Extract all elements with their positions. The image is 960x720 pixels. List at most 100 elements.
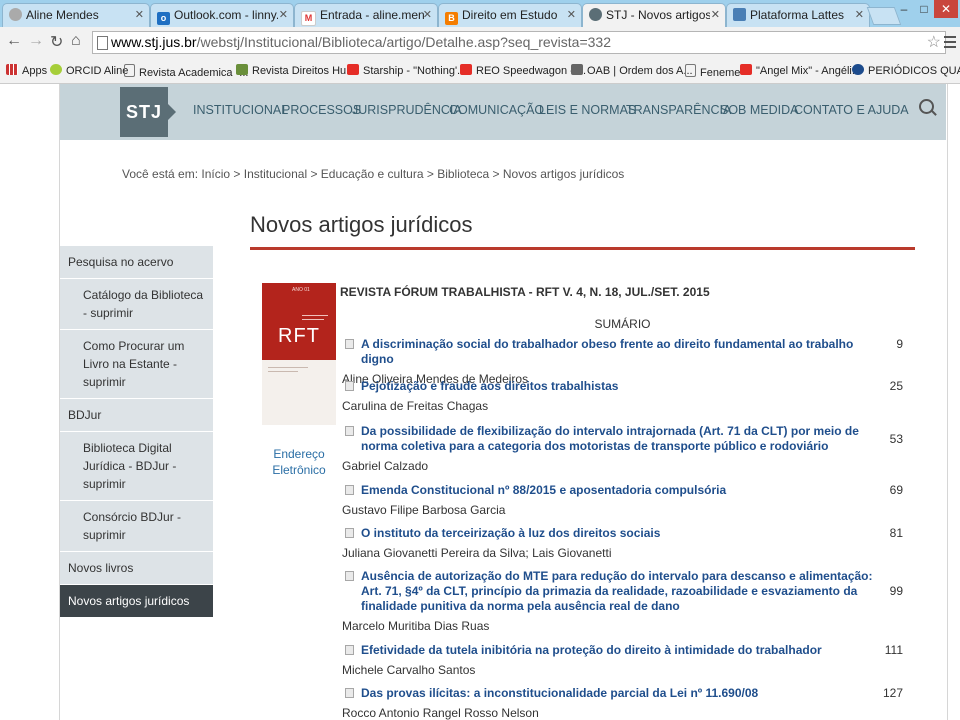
stj-icon (589, 8, 602, 21)
journal-cover-image[interactable]: ANO 01 RFT (262, 283, 336, 425)
minimize-icon[interactable]: – (894, 0, 914, 18)
cover-title: RFT (278, 325, 320, 347)
article-item: Emenda Constitucional nº 88/2015 e apose… (342, 483, 903, 517)
back-icon[interactable]: ← (6, 32, 22, 50)
browser-tab[interactable]: Plataforma Lattes ✕ (726, 3, 870, 27)
oab-icon (571, 64, 583, 75)
bookmarks-bar: Apps ORCID Aline Revista Academica -... … (0, 59, 960, 84)
bookmark-item[interactable]: Feneme (685, 64, 740, 79)
nav-comunicacao[interactable]: COMUNICAÇÃO (449, 103, 544, 117)
article-link[interactable]: A discriminação social do trabalhador ob… (361, 337, 875, 367)
page-icon (124, 64, 135, 77)
nav-transparencia[interactable]: TRANSPARÊNCIA (626, 103, 731, 117)
youtube-icon (460, 64, 472, 75)
article-link[interactable]: Efetividade da tutela inibitória na prot… (361, 643, 875, 658)
bookmark-item[interactable]: Revista Direitos Hu... (236, 64, 355, 77)
article-author: Rocco Antonio Rangel Rosso Nelson (342, 706, 539, 720)
title-divider (250, 247, 915, 250)
sidebar-item-novos-artigos[interactable]: Novos artigos jurídicos (60, 585, 213, 618)
menu-icon[interactable] (944, 33, 956, 51)
bookmark-star-icon[interactable]: ☆ (927, 32, 941, 53)
orcid-icon (50, 64, 62, 75)
address-bar[interactable]: www.stj.jus.br/webstj/Institucional/Bibl… (92, 31, 946, 54)
nav-leis-e-normas[interactable]: LEIS E NORMAS (539, 103, 636, 117)
article-link[interactable]: Da possibilidade de flexibilização do in… (361, 424, 875, 454)
bookmark-item[interactable]: Apps (6, 64, 47, 77)
sidebar-item-como-procurar[interactable]: Como Procurar um Livro na Estante - supr… (60, 330, 213, 399)
article-link[interactable]: Emenda Constitucional nº 88/2015 e apose… (361, 483, 875, 498)
summary-heading: SUMÁRIO (594, 317, 651, 331)
article-link[interactable]: Pejotização e fraude aos direitos trabal… (361, 379, 875, 394)
home-icon[interactable]: ⌂ (71, 32, 81, 50)
site-header: STJ INSTITUCIONAL PROCESSOS JURISPRUDÊNC… (60, 84, 946, 140)
books-icon (236, 64, 248, 75)
gmail-icon: M (301, 11, 316, 26)
journal-title: REVISTA FÓRUM TRABALHISTA - RFT V. 4, N.… (340, 285, 710, 299)
browser-tab-bar: Aline Mendes ✕ oOutlook.com - linny.mend… (0, 0, 960, 27)
nav-processos[interactable]: PROCESSOS (282, 103, 361, 117)
window-controls: – □ ✕ (894, 0, 960, 20)
article-page: 99 (889, 584, 903, 598)
article-item: Efetividade da tutela inibitória na prot… (342, 643, 903, 677)
article-link[interactable]: Das provas ilícitas: a inconstitucionali… (361, 686, 875, 701)
browser-tab[interactable]: B Direito em Estudo ✕ (438, 3, 582, 27)
bookmark-item[interactable]: "Angel Mix" - Angéli... (740, 64, 861, 77)
article-page: 127 (882, 686, 903, 700)
article-link[interactable]: O instituto da terceirização à luz dos d… (361, 526, 875, 541)
chrome-icon (9, 8, 22, 21)
breadcrumb: Você está em: Início > Institucional > E… (122, 167, 625, 181)
reload-icon[interactable]: ↻ (50, 32, 63, 52)
close-window-icon[interactable]: ✕ (934, 0, 958, 18)
blogger-icon: B (445, 12, 458, 25)
page-icon (97, 36, 108, 50)
close-tab-icon[interactable]: ✕ (855, 4, 864, 26)
nav-sob-medida[interactable]: SOB MEDIDA (720, 103, 799, 117)
bookmark-item[interactable]: REO Speedwagon - ... (460, 64, 586, 77)
sidebar-item-consorcio-bdjur[interactable]: Consórcio BDJur - suprimir (60, 501, 213, 552)
article-page: 69 (889, 483, 903, 497)
sidebar: Pesquisa no acervo Catálogo da Bibliotec… (60, 246, 213, 618)
search-icon[interactable] (919, 99, 934, 114)
bookmark-item[interactable]: Starship - "Nothing'... (347, 64, 466, 77)
url-host: www.stj.jus.br (111, 34, 197, 50)
close-tab-icon[interactable]: ✕ (711, 4, 720, 26)
sidebar-item-biblioteca-digital[interactable]: Biblioteca Digital Jurídica - BDJur - su… (60, 432, 213, 501)
browser-tab-active[interactable]: STJ - Novos artigos jurídic ✕ (582, 3, 726, 27)
electronic-address-link[interactable]: Endereço Eletrônico (268, 446, 330, 478)
url-path: /webstj/Institucional/Biblioteca/artigo/… (196, 34, 611, 50)
browser-tab[interactable]: Aline Mendes ✕ (2, 3, 150, 27)
sidebar-item-novos-livros[interactable]: Novos livros (60, 552, 213, 585)
bookmark-item[interactable]: OAB | Ordem dos A... (571, 64, 693, 77)
nav-contato-e-ajuda[interactable]: CONTATO E AJUDA (794, 103, 909, 117)
page-icon (685, 64, 696, 77)
browser-tab[interactable]: MEntrada - aline.mendes.de ✕ (294, 3, 438, 27)
bookmark-item[interactable]: Revista Academica -... (124, 64, 248, 79)
browser-tab[interactable]: oOutlook.com - linny.mend ✕ (150, 3, 294, 27)
bookmark-item[interactable]: PERIÓDICOS QUALI... (852, 64, 960, 77)
sidebar-item-pesquisa-no-acervo[interactable]: Pesquisa no acervo (60, 246, 213, 279)
article-link[interactable]: Ausência de autorização do MTE para redu… (361, 569, 875, 614)
page-icon (733, 8, 746, 21)
close-tab-icon[interactable]: ✕ (423, 4, 432, 26)
stj-logo[interactable]: STJ (120, 87, 176, 137)
nav-jurisprudencia[interactable]: JURISPRUDÊNCIA (352, 103, 462, 117)
article-author: Gustavo Filipe Barbosa Garcia (342, 503, 506, 517)
document-icon (345, 381, 354, 391)
bookmark-item[interactable]: ORCID Aline (50, 64, 128, 77)
article-item: Ausência de autorização do MTE para redu… (342, 569, 903, 633)
close-tab-icon[interactable]: ✕ (279, 4, 288, 26)
article-author: Carulina de Freitas Chagas (342, 399, 489, 413)
sidebar-item-catalogo[interactable]: Catálogo da Biblioteca - suprimir (60, 279, 213, 330)
youtube-icon (347, 64, 359, 75)
article-item: O instituto da terceirização à luz dos d… (342, 526, 903, 560)
document-icon (345, 426, 354, 436)
article-author: Juliana Giovanetti Pereira da Silva; Lai… (342, 546, 612, 560)
close-tab-icon[interactable]: ✕ (567, 4, 576, 26)
close-tab-icon[interactable]: ✕ (135, 4, 144, 26)
sidebar-item-bdjur[interactable]: BDJur (60, 399, 213, 432)
forward-icon[interactable]: → (28, 32, 44, 50)
apps-icon (6, 64, 18, 75)
maximize-icon[interactable]: □ (914, 0, 934, 18)
nav-institucional[interactable]: INSTITUCIONAL (193, 103, 288, 117)
article-page: 81 (889, 526, 903, 540)
